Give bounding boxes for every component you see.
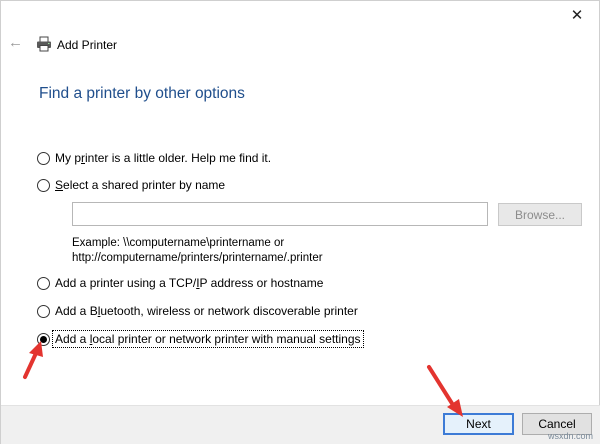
option-tcpip[interactable]: Add a printer using a TCP/IP address or … bbox=[37, 276, 324, 290]
radio-bluetooth[interactable] bbox=[37, 304, 50, 318]
option-shared-printer[interactable]: Select a shared printer by name bbox=[37, 178, 226, 192]
shared-printer-name-input[interactable] bbox=[72, 202, 488, 226]
radio-printer-older[interactable] bbox=[37, 151, 50, 165]
option-bluetooth[interactable]: Add a Bluetooth, wireless or network dis… bbox=[37, 304, 359, 318]
option-label: Add a Bluetooth, wireless or network dis… bbox=[55, 304, 358, 318]
page-heading: Find a printer by other options bbox=[39, 85, 245, 102]
cancel-label: Cancel bbox=[538, 417, 576, 431]
back-arrow-icon[interactable]: ← bbox=[8, 34, 24, 52]
option-label: Add a printer using a TCP/IP address or … bbox=[55, 276, 324, 290]
next-button[interactable]: Next bbox=[443, 413, 514, 435]
radio-shared-printer[interactable] bbox=[37, 178, 50, 192]
dialog-title: Add Printer bbox=[57, 38, 118, 52]
printer-icon bbox=[37, 36, 51, 52]
option-label: Select a shared printer by name bbox=[55, 178, 226, 192]
radio-local-printer[interactable] bbox=[37, 332, 50, 346]
option-local-printer[interactable]: Add a local printer or network printer w… bbox=[37, 330, 364, 348]
next-label: Next bbox=[466, 417, 491, 431]
close-icon: ✕ bbox=[570, 7, 584, 24]
example-line-1: Example: \\computername\printername or bbox=[72, 237, 285, 249]
option-printer-older[interactable]: My printer is a little older. Help me fi… bbox=[37, 151, 272, 165]
watermark: wsxdn.com bbox=[547, 431, 593, 441]
example-line-2: http://computername/printers/printername… bbox=[72, 252, 323, 264]
example-text: Example: \\computername\printername or h… bbox=[72, 236, 323, 266]
radio-tcpip[interactable] bbox=[37, 276, 50, 290]
option-label: Add a local printer or network printer w… bbox=[52, 330, 364, 348]
close-button[interactable]: ✕ bbox=[563, 3, 591, 27]
browse-button[interactable]: Browse... bbox=[498, 203, 582, 226]
add-printer-dialog: ✕ ← Add Printer Find a printer by other … bbox=[0, 0, 600, 444]
option-label: My printer is a little older. Help me fi… bbox=[55, 151, 272, 165]
